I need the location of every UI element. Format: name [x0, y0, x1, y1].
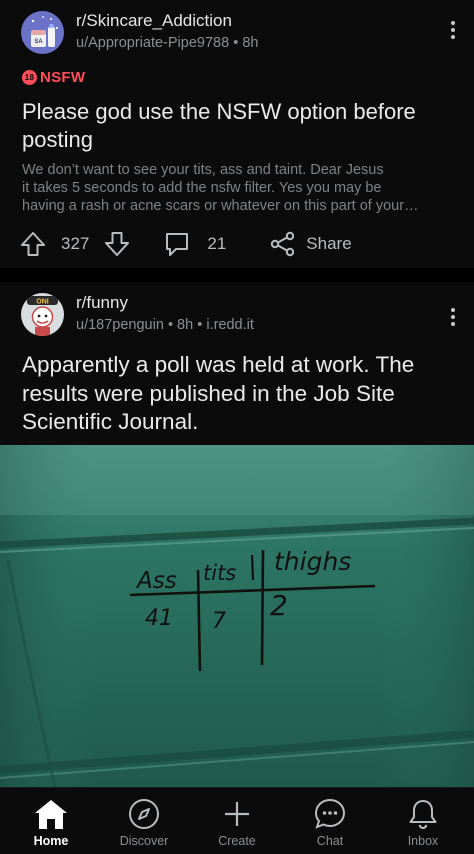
- chat-icon: [314, 798, 346, 829]
- compass-icon: [129, 799, 159, 829]
- nav-discover[interactable]: Discover: [97, 788, 191, 854]
- nav-chat-label: Chat: [316, 834, 344, 848]
- nav-chat[interactable]: Chat: [283, 788, 377, 854]
- subreddit-name[interactable]: r/funny: [76, 293, 254, 313]
- plus-icon: [225, 802, 249, 826]
- image-text-ass: Ass: [135, 568, 177, 594]
- subreddit-avatar[interactable]: ONI: [21, 292, 64, 336]
- comment-count: 21: [207, 234, 227, 253]
- nav-discover-label: Discover: [119, 834, 169, 848]
- post-age: 8h: [242, 35, 259, 51]
- more-options-icon[interactable]: [446, 21, 460, 39]
- home-icon: [35, 800, 67, 829]
- share-icon: [271, 231, 295, 257]
- image-text-41: 41: [145, 606, 173, 631]
- downvote-arrow-icon: [105, 232, 130, 256]
- image-text-tits: tits: [203, 561, 236, 585]
- post-image[interactable]: Ass tits thighs 41 7 2: [0, 445, 474, 787]
- svg-text:ONI: ONI: [36, 298, 49, 305]
- post-actions: 327 21 Share: [20, 228, 460, 260]
- nav-create-label: Create: [218, 834, 256, 848]
- post-meta: u/187penguin • 8h • i.redd.it: [76, 317, 254, 333]
- image-text-2: 2: [270, 589, 288, 622]
- image-text-thighs: thighs: [274, 547, 351, 576]
- post-body[interactable]: We don’t want to see your tits, ass and …: [22, 161, 450, 215]
- nav-inbox-label: Inbox: [407, 834, 439, 848]
- nav-home[interactable]: Home: [4, 788, 98, 854]
- downvote-button[interactable]: [104, 230, 130, 258]
- nsfw-label: NSFW: [40, 69, 86, 86]
- comment-bubble-icon: [166, 233, 189, 256]
- post-domain[interactable]: i.redd.it: [206, 317, 254, 333]
- more-options-icon[interactable]: [446, 308, 460, 326]
- upvote-arrow-icon: [21, 232, 45, 256]
- post-body-line: having a rash or acne scars or whatever …: [22, 198, 419, 214]
- subreddit-name[interactable]: r/Skincare_Addiction: [76, 11, 258, 31]
- post-header: ONI r/funny u/187penguin • 8h • i.redd.i…: [21, 292, 254, 336]
- bell-icon: [409, 800, 437, 830]
- subreddit-avatar[interactable]: SA: [21, 10, 64, 54]
- nav-inbox[interactable]: Inbox: [376, 788, 470, 854]
- share-button[interactable]: Share: [270, 231, 352, 257]
- comments-button[interactable]: 21: [163, 230, 226, 258]
- nsfw-tag: 18 NSFW: [22, 69, 85, 86]
- image-text-7: 7: [212, 609, 226, 634]
- author-name[interactable]: u/Appropriate-Pipe9788: [76, 35, 229, 51]
- author-name[interactable]: u/187penguin: [76, 317, 164, 333]
- post-card-funny[interactable]: ONI r/funny u/187penguin • 8h • i.redd.i…: [0, 282, 474, 787]
- post-title[interactable]: Apparently a poll was held at work. The …: [22, 351, 457, 437]
- post-body-line: We don’t want to see your tits, ass and …: [22, 162, 384, 178]
- nav-create[interactable]: Create: [190, 788, 284, 854]
- post-age: 8h: [177, 317, 194, 333]
- post-card-skincare[interactable]: SA r/Skincare_Addiction u/Appropriate-Pi…: [0, 0, 474, 268]
- post-header: SA r/Skincare_Addiction u/Appropriate-Pi…: [21, 10, 258, 54]
- post-meta: u/Appropriate-Pipe9788 • 8h: [76, 35, 259, 51]
- vote-count: 327: [61, 234, 90, 253]
- bottom-navigation: Home Discover Create Chat Inbox: [0, 787, 474, 854]
- share-label: Share: [306, 234, 352, 253]
- post-body-line: it takes 5 seconds to add the nsfw filte…: [22, 180, 382, 196]
- nsfw-18-icon: 18: [22, 70, 37, 85]
- upvote-button[interactable]: [20, 230, 46, 258]
- post-title[interactable]: Please god use the NSFW option before po…: [22, 98, 457, 154]
- svg-text:SA: SA: [34, 39, 43, 45]
- nav-home-label: Home: [33, 834, 69, 848]
